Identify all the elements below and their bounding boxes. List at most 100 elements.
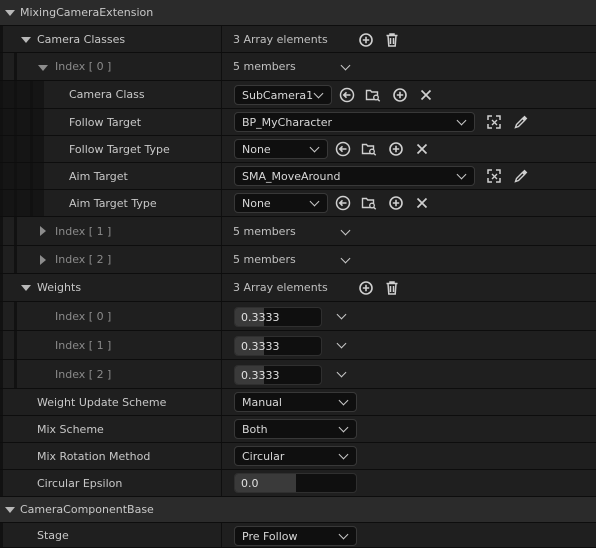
browse-folder-icon[interactable] <box>360 140 378 158</box>
collapse-arrow-icon[interactable] <box>5 10 15 16</box>
numeric-value: 0.3333 <box>241 310 280 324</box>
plus-circle-icon[interactable] <box>357 31 375 49</box>
property-row-aim-target-type: Aim Target Type None <box>0 190 596 217</box>
chevron-down-icon <box>456 115 467 126</box>
eyedropper-icon[interactable] <box>512 113 530 131</box>
property-row-follow-target: Follow Target BP_MyCharacter <box>0 109 596 136</box>
weight-input-2[interactable]: 0.3333 <box>234 365 322 385</box>
category-title: CameraComponentBase <box>20 503 154 516</box>
close-icon[interactable] <box>413 194 431 212</box>
trash-icon[interactable] <box>383 279 401 297</box>
aim-target-dropdown[interactable]: SMA_MoveAround <box>234 166 475 186</box>
expand-arrow-icon[interactable] <box>40 255 46 265</box>
eyedropper-icon[interactable] <box>512 167 530 185</box>
array-element-row-index-0: Index [ 0 ] 5 members <box>0 53 596 81</box>
property-row-weight-update-scheme: Weight Update Scheme Manual <box>0 389 596 416</box>
property-label: Aim Target Type <box>69 196 157 210</box>
numeric-value: 0.3333 <box>241 368 280 382</box>
members-count-text: 5 members <box>233 253 296 266</box>
category-mixing-camera-extension[interactable]: MixingCameraExtension <box>0 0 596 26</box>
plus-circle-icon[interactable] <box>391 86 409 104</box>
collapse-arrow-icon[interactable] <box>5 507 15 513</box>
weight-row-index-2: Index [ 2 ] 0.3333 <box>0 360 596 389</box>
property-label: Circular Epsilon <box>37 476 123 490</box>
array-element-row-index-2: Index [ 2 ] 5 members <box>0 246 596 274</box>
details-panel: MixingCameraExtension Camera Classes 3 A… <box>0 0 596 548</box>
property-row-camera-classes: Camera Classes 3 Array elements <box>0 26 596 53</box>
array-index-label: Index [ 0 ] <box>55 60 112 73</box>
pick-actor-icon[interactable] <box>485 167 503 185</box>
property-label: Mix Rotation Method <box>37 449 151 463</box>
arrow-left-circle-icon[interactable] <box>334 194 352 212</box>
property-row-aim-target: Aim Target SMA_MoveAround <box>0 163 596 190</box>
arrow-left-circle-icon[interactable] <box>338 86 356 104</box>
array-element-row-index-1: Index [ 1 ] 5 members <box>0 217 596 246</box>
combo-value: Both <box>242 422 268 436</box>
plus-circle-icon[interactable] <box>357 279 375 297</box>
expand-arrow-icon[interactable] <box>40 226 46 236</box>
chevron-down-icon <box>338 422 349 433</box>
mix-scheme-dropdown[interactable]: Both <box>234 419 357 439</box>
chevron-down-icon <box>313 88 324 99</box>
arrow-left-circle-icon[interactable] <box>334 140 352 158</box>
weight-row-index-1: Index [ 1 ] 0.3333 <box>0 331 596 360</box>
combo-value: None <box>242 142 271 156</box>
members-count-text: 5 members <box>233 224 296 238</box>
property-row-mix-scheme: Mix Scheme Both <box>0 416 596 443</box>
array-index-label: Index [ 0 ] <box>55 309 112 323</box>
plus-circle-icon[interactable] <box>387 140 405 158</box>
property-row-circular-epsilon: Circular Epsilon 0.0 <box>0 470 596 497</box>
stage-dropdown[interactable]: Pre Follow <box>234 526 357 546</box>
pick-actor-icon[interactable] <box>485 113 503 131</box>
combo-value: SubCamera1 <box>242 88 314 102</box>
camera-class-dropdown[interactable]: SubCamera1 <box>234 85 332 105</box>
close-icon[interactable] <box>413 140 431 158</box>
property-label: Camera Classes <box>37 32 126 46</box>
property-label: Camera Class <box>69 88 145 101</box>
array-index-label: Index [ 1 ] <box>55 338 112 352</box>
browse-folder-icon[interactable] <box>360 194 378 212</box>
property-label: Stage <box>37 528 69 542</box>
members-count-text: 5 members <box>233 60 296 73</box>
browse-folder-icon[interactable] <box>364 86 382 104</box>
combo-value: Circular <box>242 449 285 463</box>
array-index-label: Index [ 2 ] <box>55 253 112 266</box>
combo-value: SMA_MoveAround <box>242 169 341 183</box>
trash-icon[interactable] <box>383 31 401 49</box>
close-icon[interactable] <box>417 86 435 104</box>
collapse-arrow-icon[interactable] <box>21 285 31 291</box>
category-camera-component-base[interactable]: CameraComponentBase <box>0 497 596 523</box>
numeric-value: 0.3333 <box>241 339 280 353</box>
property-row-follow-target-type: Follow Target Type None <box>0 136 596 163</box>
combo-value: Manual <box>242 395 282 409</box>
property-label: Aim Target <box>69 169 128 183</box>
mix-rotation-method-dropdown[interactable]: Circular <box>234 446 357 466</box>
collapse-arrow-icon[interactable] <box>38 65 48 71</box>
weight-update-scheme-dropdown[interactable]: Manual <box>234 392 357 412</box>
property-row-camera-class: Camera Class SubCamera1 <box>0 81 596 109</box>
combo-value: Pre Follow <box>242 529 298 543</box>
property-label: Weights <box>37 281 82 294</box>
follow-target-type-dropdown[interactable]: None <box>234 139 328 159</box>
chevron-down-icon <box>338 395 349 406</box>
property-row-stage: Stage Pre Follow <box>0 523 596 548</box>
property-label: Follow Target Type <box>69 142 170 156</box>
array-index-label: Index [ 2 ] <box>55 367 112 381</box>
plus-circle-icon[interactable] <box>387 194 405 212</box>
array-count-text: 3 Array elements <box>233 281 328 294</box>
property-row-weights: Weights 3 Array elements <box>0 274 596 302</box>
weight-input-1[interactable]: 0.3333 <box>234 336 322 356</box>
aim-target-type-dropdown[interactable]: None <box>234 193 328 213</box>
property-row-mix-rotation-method: Mix Rotation Method Circular <box>0 443 596 470</box>
circular-epsilon-input[interactable]: 0.0 <box>234 473 357 493</box>
chevron-down-icon <box>309 196 320 207</box>
combo-value: None <box>242 196 271 210</box>
weight-input-0[interactable]: 0.3333 <box>234 307 322 327</box>
property-label: Weight Update Scheme <box>37 395 167 409</box>
combo-value: BP_MyCharacter <box>242 115 332 129</box>
collapse-arrow-icon[interactable] <box>21 37 31 43</box>
follow-target-dropdown[interactable]: BP_MyCharacter <box>234 112 475 132</box>
property-label: Mix Scheme <box>37 422 104 436</box>
numeric-value: 0.0 <box>241 476 259 490</box>
array-index-label: Index [ 1 ] <box>55 224 112 238</box>
